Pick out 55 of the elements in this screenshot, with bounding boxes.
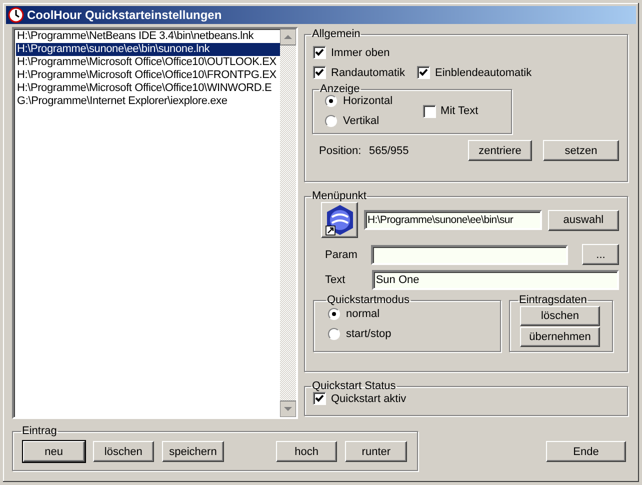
entry-button[interactable]: runter [345, 441, 407, 462]
list-item[interactable]: G:\Programme\Internet Explorer\iexplore.exe [16, 95, 280, 108]
entry-button[interactable]: neu [23, 441, 85, 462]
checkbox-label: Immer oben [331, 46, 390, 58]
radio-button[interactable] [325, 115, 337, 127]
exit-button[interactable]: Ende [546, 441, 626, 462]
checkbox[interactable] [313, 46, 326, 59]
browse-button[interactable]: auswahl [548, 210, 619, 230]
list-item[interactable]: H:\Programme\NetBeans IDE 3.4\bin\netbeans.lnk [16, 30, 280, 43]
radio-label: Vertikal [343, 115, 380, 127]
program-icon-button[interactable] [321, 202, 358, 238]
radio-label: start/stop [346, 328, 392, 340]
checkbox[interactable] [313, 66, 326, 79]
list-item[interactable]: H:\Programme\Microsoft Office\Office10\FRONTPG.EX [16, 69, 280, 82]
checkbox-label: Quickstart aktiv [331, 392, 406, 404]
path-field[interactable]: H:\Programme\sunone\ee\bin\sur [364, 210, 542, 230]
text-field[interactable]: Sun One [372, 270, 619, 290]
text-label: Text [325, 274, 346, 286]
apply-button[interactable]: übernehmen [520, 327, 600, 347]
scrollbar[interactable] [280, 29, 296, 417]
radio-label: Horizontal [343, 95, 393, 107]
entry-button[interactable]: speichern [162, 441, 224, 462]
list-item[interactable]: H:\Programme\Microsoft Office\Office10\WINWORD.E [16, 82, 280, 95]
delete-button[interactable]: löschen [520, 306, 600, 326]
param-label: Param [325, 248, 358, 260]
more-button[interactable]: ... [582, 244, 619, 265]
group-title: Quickstart Status [311, 380, 397, 392]
radio-button[interactable] [325, 95, 337, 107]
clock-icon [8, 7, 24, 23]
checkbox-label: Mit Text [440, 105, 478, 117]
center-button[interactable]: zentriere [468, 140, 532, 161]
checkbox-label: Randautomatik [331, 66, 405, 78]
group-title: Anzeige [319, 83, 361, 95]
checkbox[interactable] [313, 392, 326, 405]
position-value: 565/955 [369, 144, 410, 156]
window-title: CoolHour Quickstarteinstellungen [27, 8, 222, 22]
entry-button[interactable]: hoch [276, 441, 338, 462]
checkbox[interactable] [422, 104, 436, 118]
checkbox-label: Einblendeautomatik [435, 66, 532, 78]
radio-button[interactable] [328, 328, 340, 340]
radio-button[interactable] [328, 308, 340, 320]
globe-shortcut-icon [324, 204, 356, 236]
group-title: Eintrag [21, 425, 58, 437]
set-button[interactable]: setzen [543, 140, 619, 161]
group-title: Quickstartmodus [326, 294, 411, 306]
position-label: Position: [318, 144, 362, 156]
list-item[interactable]: H:\Programme\sunone\ee\bin\sunone.lnk [16, 43, 280, 56]
group-title: Allgemein [311, 28, 362, 40]
param-field[interactable] [370, 244, 568, 264]
group-title: Menüpunkt [311, 190, 368, 202]
checkbox[interactable] [417, 66, 430, 79]
list-item[interactable]: H:\Programme\Microsoft Office\Office10\OUTLOOK.EX [16, 56, 280, 69]
entry-button[interactable]: löschen [92, 441, 154, 462]
radio-label: normal [346, 308, 380, 320]
group-title: Eintragsdaten [518, 294, 588, 306]
